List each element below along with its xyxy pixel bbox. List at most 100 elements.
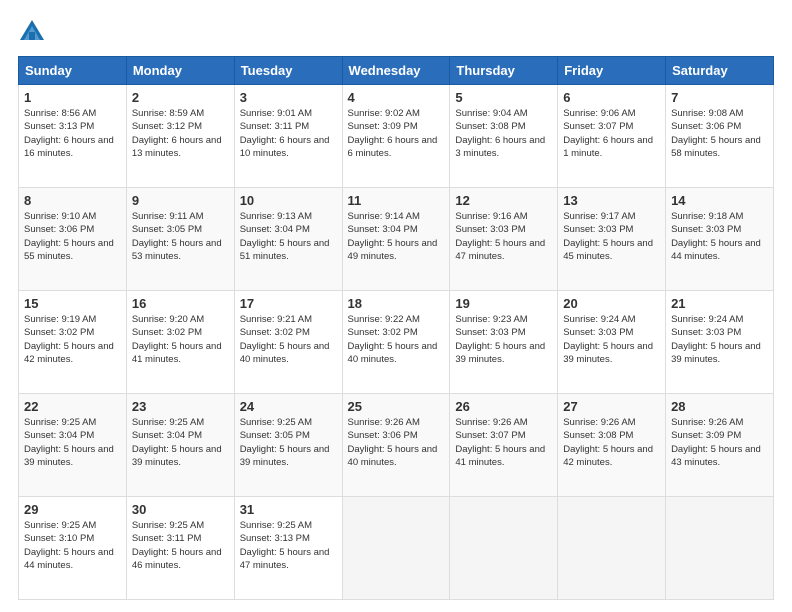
day-number: 25 — [348, 399, 445, 414]
daylight: Daylight: 5 hours and 39 minutes. — [24, 444, 114, 468]
daylight: Daylight: 6 hours and 10 minutes. — [240, 135, 330, 159]
day-number: 12 — [455, 193, 552, 208]
calendar-week-1: 1 Sunrise: 8:56 AM Sunset: 3:13 PM Dayli… — [19, 85, 774, 188]
sunset: Sunset: 3:07 PM — [455, 430, 525, 441]
day-number: 8 — [24, 193, 121, 208]
sunset: Sunset: 3:07 PM — [563, 121, 633, 132]
page: SundayMondayTuesdayWednesdayThursdayFrid… — [0, 0, 792, 612]
sunset: Sunset: 3:11 PM — [132, 533, 202, 544]
daylight: Daylight: 5 hours and 40 minutes. — [348, 341, 438, 365]
day-info: Sunrise: 9:24 AM Sunset: 3:03 PM Dayligh… — [563, 313, 660, 366]
day-info: Sunrise: 9:25 AM Sunset: 3:10 PM Dayligh… — [24, 519, 121, 572]
calendar-table: SundayMondayTuesdayWednesdayThursdayFrid… — [18, 56, 774, 600]
header — [18, 18, 774, 46]
sunset: Sunset: 3:03 PM — [563, 224, 633, 235]
daylight: Daylight: 5 hours and 51 minutes. — [240, 238, 330, 262]
day-number: 23 — [132, 399, 229, 414]
sunset: Sunset: 3:13 PM — [240, 533, 310, 544]
calendar-cell: 7 Sunrise: 9:08 AM Sunset: 3:06 PM Dayli… — [666, 85, 774, 188]
calendar-cell: 1 Sunrise: 8:56 AM Sunset: 3:13 PM Dayli… — [19, 85, 127, 188]
calendar-cell: 16 Sunrise: 9:20 AM Sunset: 3:02 PM Dayl… — [126, 291, 234, 394]
calendar-cell: 18 Sunrise: 9:22 AM Sunset: 3:02 PM Dayl… — [342, 291, 450, 394]
daylight: Daylight: 5 hours and 47 minutes. — [240, 547, 330, 571]
daylight: Daylight: 5 hours and 44 minutes. — [671, 238, 761, 262]
day-number: 7 — [671, 90, 768, 105]
daylight: Daylight: 5 hours and 42 minutes. — [563, 444, 653, 468]
day-info: Sunrise: 9:25 AM Sunset: 3:13 PM Dayligh… — [240, 519, 337, 572]
sunrise: Sunrise: 8:56 AM — [24, 108, 96, 119]
sunset: Sunset: 3:05 PM — [132, 224, 202, 235]
sunrise: Sunrise: 9:20 AM — [132, 314, 204, 325]
daylight: Daylight: 5 hours and 39 minutes. — [671, 341, 761, 365]
daylight: Daylight: 6 hours and 6 minutes. — [348, 135, 438, 159]
sunrise: Sunrise: 9:22 AM — [348, 314, 420, 325]
calendar-cell: 24 Sunrise: 9:25 AM Sunset: 3:05 PM Dayl… — [234, 394, 342, 497]
day-info: Sunrise: 9:25 AM Sunset: 3:05 PM Dayligh… — [240, 416, 337, 469]
daylight: Daylight: 5 hours and 39 minutes. — [132, 444, 222, 468]
day-number: 21 — [671, 296, 768, 311]
daylight: Daylight: 5 hours and 41 minutes. — [132, 341, 222, 365]
day-info: Sunrise: 9:26 AM Sunset: 3:08 PM Dayligh… — [563, 416, 660, 469]
day-number: 28 — [671, 399, 768, 414]
sunrise: Sunrise: 9:14 AM — [348, 211, 420, 222]
day-number: 10 — [240, 193, 337, 208]
daylight: Daylight: 6 hours and 3 minutes. — [455, 135, 545, 159]
sunrise: Sunrise: 9:25 AM — [24, 520, 96, 531]
sunrise: Sunrise: 9:23 AM — [455, 314, 527, 325]
day-number: 22 — [24, 399, 121, 414]
calendar-cell: 4 Sunrise: 9:02 AM Sunset: 3:09 PM Dayli… — [342, 85, 450, 188]
daylight: Daylight: 5 hours and 43 minutes. — [671, 444, 761, 468]
sunrise: Sunrise: 9:24 AM — [671, 314, 743, 325]
day-number: 24 — [240, 399, 337, 414]
col-header-tuesday: Tuesday — [234, 57, 342, 85]
day-number: 15 — [24, 296, 121, 311]
daylight: Daylight: 5 hours and 41 minutes. — [455, 444, 545, 468]
sunset: Sunset: 3:02 PM — [240, 327, 310, 338]
sunrise: Sunrise: 9:13 AM — [240, 211, 312, 222]
day-number: 18 — [348, 296, 445, 311]
sunset: Sunset: 3:06 PM — [24, 224, 94, 235]
day-number: 9 — [132, 193, 229, 208]
day-info: Sunrise: 9:01 AM Sunset: 3:11 PM Dayligh… — [240, 107, 337, 160]
daylight: Daylight: 5 hours and 39 minutes. — [455, 341, 545, 365]
day-number: 6 — [563, 90, 660, 105]
day-info: Sunrise: 9:19 AM Sunset: 3:02 PM Dayligh… — [24, 313, 121, 366]
daylight: Daylight: 5 hours and 39 minutes. — [563, 341, 653, 365]
sunrise: Sunrise: 9:26 AM — [563, 417, 635, 428]
calendar-cell: 15 Sunrise: 9:19 AM Sunset: 3:02 PM Dayl… — [19, 291, 127, 394]
day-number: 29 — [24, 502, 121, 517]
sunrise: Sunrise: 9:25 AM — [24, 417, 96, 428]
daylight: Daylight: 6 hours and 13 minutes. — [132, 135, 222, 159]
sunset: Sunset: 3:04 PM — [132, 430, 202, 441]
sunrise: Sunrise: 9:10 AM — [24, 211, 96, 222]
calendar-cell: 6 Sunrise: 9:06 AM Sunset: 3:07 PM Dayli… — [558, 85, 666, 188]
day-info: Sunrise: 9:17 AM Sunset: 3:03 PM Dayligh… — [563, 210, 660, 263]
daylight: Daylight: 5 hours and 40 minutes. — [348, 444, 438, 468]
day-info: Sunrise: 9:22 AM Sunset: 3:02 PM Dayligh… — [348, 313, 445, 366]
sunset: Sunset: 3:04 PM — [24, 430, 94, 441]
daylight: Daylight: 6 hours and 16 minutes. — [24, 135, 114, 159]
day-number: 31 — [240, 502, 337, 517]
sunrise: Sunrise: 8:59 AM — [132, 108, 204, 119]
calendar-cell: 2 Sunrise: 8:59 AM Sunset: 3:12 PM Dayli… — [126, 85, 234, 188]
calendar-cell — [666, 497, 774, 600]
calendar-cell — [342, 497, 450, 600]
calendar-cell: 27 Sunrise: 9:26 AM Sunset: 3:08 PM Dayl… — [558, 394, 666, 497]
col-header-monday: Monday — [126, 57, 234, 85]
sunrise: Sunrise: 9:11 AM — [132, 211, 204, 222]
sunset: Sunset: 3:03 PM — [455, 224, 525, 235]
day-number: 27 — [563, 399, 660, 414]
sunrise: Sunrise: 9:26 AM — [455, 417, 527, 428]
day-number: 26 — [455, 399, 552, 414]
day-number: 2 — [132, 90, 229, 105]
calendar-cell: 23 Sunrise: 9:25 AM Sunset: 3:04 PM Dayl… — [126, 394, 234, 497]
calendar-cell: 31 Sunrise: 9:25 AM Sunset: 3:13 PM Dayl… — [234, 497, 342, 600]
logo — [18, 18, 50, 46]
sunset: Sunset: 3:06 PM — [348, 430, 418, 441]
day-info: Sunrise: 9:04 AM Sunset: 3:08 PM Dayligh… — [455, 107, 552, 160]
sunrise: Sunrise: 9:26 AM — [348, 417, 420, 428]
sunset: Sunset: 3:08 PM — [563, 430, 633, 441]
sunrise: Sunrise: 9:01 AM — [240, 108, 312, 119]
calendar-cell: 9 Sunrise: 9:11 AM Sunset: 3:05 PM Dayli… — [126, 188, 234, 291]
col-header-thursday: Thursday — [450, 57, 558, 85]
